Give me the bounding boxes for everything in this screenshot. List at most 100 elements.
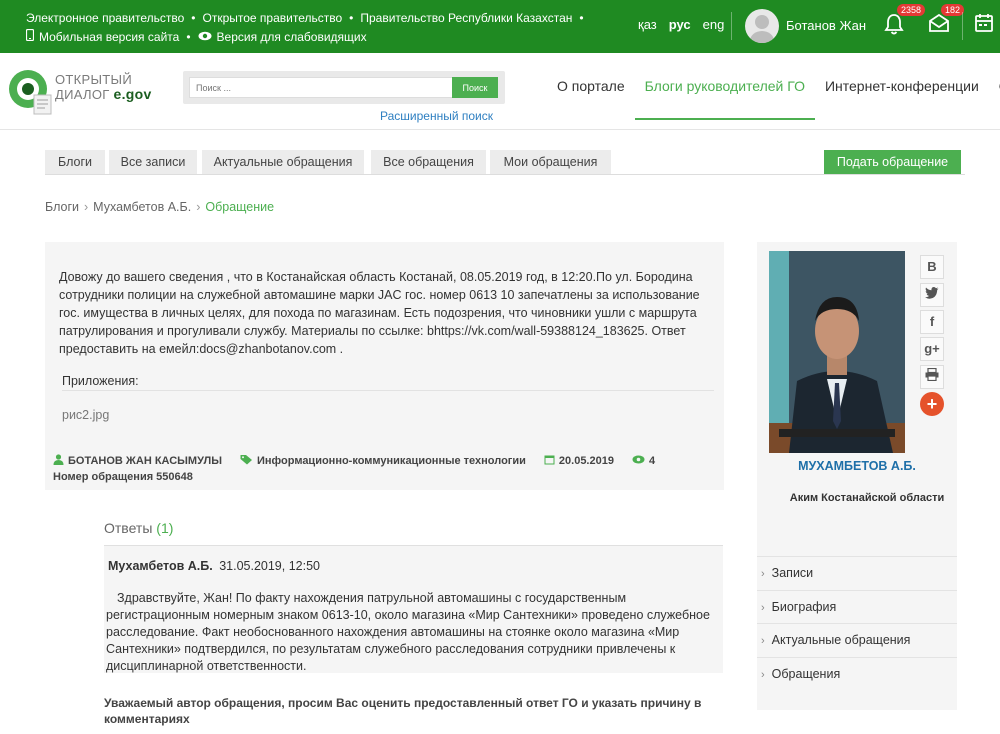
answers-heading: Ответы (1) (104, 520, 174, 536)
share-facebook-button[interactable]: f (920, 310, 944, 334)
site-logo[interactable]: ОТКРЫТЫЙ ДИАЛОГ e.gov (8, 67, 168, 119)
calendar-icon (975, 14, 993, 36)
open-gov-link[interactable]: Открытое правительство (203, 10, 343, 27)
top-bar: Электронное правительство • Открытое пра… (0, 0, 1000, 53)
breadcrumb: Блоги › Мухамбетов А.Б. › Обращение (45, 200, 274, 214)
separator-dot: • (191, 11, 196, 25)
search-box: Поиск (183, 71, 505, 104)
avatar[interactable] (745, 9, 779, 43)
chevron-right-icon: › (761, 568, 765, 580)
tab-actual-appeals[interactable]: Актуальные обращения (202, 150, 364, 174)
tab-blogs[interactable]: Блоги (45, 150, 105, 174)
mobile-version-link[interactable]: Мобильная версия сайта (39, 29, 179, 46)
site-header: ОТКРЫТЫЙ ДИАЛОГ e.gov Поиск Расширенный … (0, 53, 1000, 130)
chevron-right-icon: › (196, 200, 201, 214)
share-more-button[interactable]: + (920, 392, 944, 416)
chevron-right-icon: › (761, 635, 765, 647)
eye-icon (632, 455, 645, 467)
appeal-category[interactable]: Информационно-коммуникационные технологи… (257, 455, 526, 467)
notifications-button[interactable]: 2358 (884, 4, 926, 38)
official-name[interactable]: МУХАМБЕТОВ А.Б. (757, 459, 957, 473)
language-switcher: қаз рус eng (638, 17, 724, 32)
sidebar-item-biography[interactable]: › Биография (757, 589, 957, 624)
answer-datetime: 31.05.2019, 12:50 (219, 559, 320, 573)
answer-text: Здравствуйте, Жан! По факту нахождения п… (106, 591, 710, 673)
envelope-icon (928, 13, 950, 36)
twitter-icon (925, 287, 939, 302)
nav-leaders-blogs[interactable]: Блоги руководителей ГО (634, 53, 815, 120)
answer-item: Мухамбетов А.Б. 31.05.2019, 12:50 Здравс… (104, 545, 723, 673)
breadcrumb-official[interactable]: Мухамбетов А.Б. (93, 200, 191, 214)
rate-prompt: Уважаемый автор обращения, просим Вас оц… (104, 696, 702, 726)
print-button[interactable] (920, 365, 944, 389)
divider (104, 545, 723, 546)
tab-all-appeals[interactable]: Все обращения (371, 150, 486, 174)
separator-dot: • (579, 11, 584, 25)
sidebar-menu: › Записи › Биография › Актуальные обращения… (757, 556, 957, 690)
answers-count: (1) (156, 520, 174, 536)
answer-author[interactable]: Мухамбетов А.Б. (108, 559, 213, 573)
separator-dot: • (349, 11, 354, 25)
attachments-label: Приложения: (62, 374, 139, 388)
search-button[interactable]: Поиск (452, 77, 498, 98)
appeal-views: 4 (648, 455, 656, 467)
answer-header: Мухамбетов А.Б. 31.05.2019, 12:50 (108, 559, 320, 573)
lang-en[interactable]: eng (703, 17, 725, 32)
share-googleplus-button[interactable]: g+ (920, 337, 944, 361)
sidebar-item-posts[interactable]: › Записи (757, 556, 957, 590)
top-links: Электронное правительство • Открытое пра… (25, 10, 591, 46)
phone-icon (25, 28, 35, 46)
attachment-link[interactable]: рис2.jpg (62, 408, 109, 422)
breadcrumb-current: Обращение (205, 200, 275, 214)
chevron-right-icon: › (84, 200, 89, 214)
calendar-icon (544, 454, 555, 468)
egov-link[interactable]: Электронное правительство (26, 10, 184, 27)
advanced-search-link[interactable]: Расширенный поиск (380, 109, 493, 123)
sidebar-item-appeals[interactable]: › Обращения (757, 656, 957, 691)
plus-icon: + (926, 394, 938, 414)
print-icon (925, 367, 939, 384)
official-sidebar: В f g+ + МУХАМБЕТОВ А.Б. Аким Костанайск… (757, 242, 957, 710)
main-nav: О портале Блоги руководителей ГО Интерне… (547, 53, 1000, 130)
search-input[interactable] (189, 77, 453, 98)
logo-text: ОТКРЫТЫЙ ДИАЛОГ e.gov (55, 72, 152, 102)
official-photo (769, 251, 905, 453)
share-twitter-button[interactable] (920, 283, 944, 307)
appeal-text: Довожу до вашего сведения , что в Костан… (59, 270, 700, 356)
chevron-right-icon: › (761, 601, 765, 614)
official-title: Аким Костанайской области (789, 492, 945, 504)
chevron-right-icon: › (761, 668, 765, 681)
nav-about[interactable]: О портале (547, 53, 635, 130)
tab-my-appeals[interactable]: Мои обращения (490, 150, 611, 174)
appeal-card: Довожу до вашего сведения , что в Костан… (45, 242, 724, 490)
lang-ru[interactable]: рус (669, 17, 691, 32)
appeal-meta: БОТАНОВ ЖАН КАСЫМУЛЫ Информационно-комму… (53, 454, 655, 468)
calendar-button[interactable] (975, 13, 993, 36)
breadcrumb-blogs[interactable]: Блоги (45, 200, 79, 214)
messages-button[interactable]: 182 (928, 4, 965, 36)
divider (62, 390, 714, 391)
section-tabs: Блоги Все записи Актуальные обращения Вс… (45, 150, 965, 175)
notifications-badge: 2358 (897, 4, 926, 16)
tab-all-posts[interactable]: Все записи (109, 150, 197, 174)
messages-badge: 182 (941, 4, 965, 16)
gov-rk-link[interactable]: Правительство Республики Казахстан (360, 10, 572, 27)
bell-icon (884, 14, 904, 38)
appeal-date: 20.05.2019 (558, 455, 614, 467)
request-number: Номер обращения 550648 (53, 471, 193, 483)
accessibility-link[interactable]: Версия для слабовидящих (217, 29, 367, 46)
appeal-author[interactable]: БОТАНОВ ЖАН КАСЫМУЛЫ (68, 455, 222, 467)
user-name[interactable]: Ботанов Жан (786, 18, 866, 33)
nav-internet-conferences[interactable]: Интернет-конференции (815, 53, 989, 130)
nav-polls[interactable]: Опро (989, 53, 1000, 130)
sidebar-item-actual-appeals[interactable]: › Актуальные обращения (757, 623, 957, 657)
tag-icon (240, 454, 253, 468)
separator-dot: • (186, 30, 191, 44)
divider (731, 12, 732, 40)
share-vk-button[interactable]: В (920, 255, 944, 279)
divider (962, 12, 963, 40)
lang-kz[interactable]: қаз (638, 17, 657, 32)
eye-icon (198, 29, 212, 46)
user-icon (53, 454, 64, 468)
submit-appeal-button[interactable]: Подать обращение (824, 150, 961, 174)
